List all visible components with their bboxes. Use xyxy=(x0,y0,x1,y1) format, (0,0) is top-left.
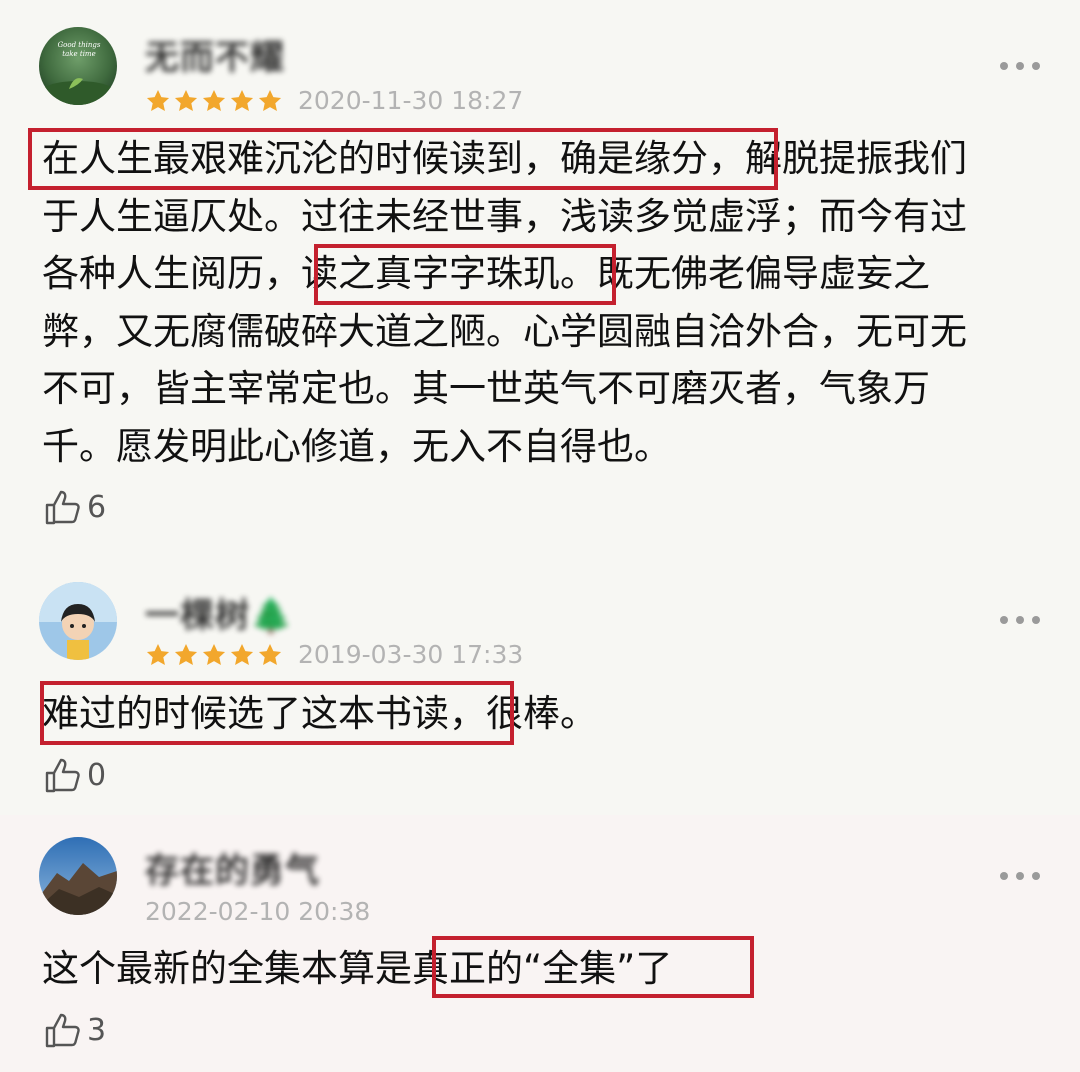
comment-date: 2019-03-30 17:33 xyxy=(298,640,524,669)
comment-date: 2020-11-30 18:27 xyxy=(298,86,524,115)
star-rating xyxy=(145,642,283,668)
comment-line: 于人生逼仄处。过往未经世事，浅读多觉虚浮；而今有过 xyxy=(42,194,967,238)
comment-line: 千。愿发明此心修道，无入不自得也。 xyxy=(42,424,671,468)
like-button[interactable]: 3 xyxy=(43,1010,106,1050)
star-rating xyxy=(145,88,283,114)
comment-line: 弊，又无腐儒破碎大道之陋。心学圆融自洽外合，无可无 xyxy=(42,309,967,353)
like-count: 0 xyxy=(87,757,107,793)
comment-date: 2022-02-10 20:38 xyxy=(145,897,371,926)
username[interactable]: 一棵树🌲 xyxy=(145,588,293,637)
star-icon xyxy=(174,89,198,111)
star-icon xyxy=(258,89,282,111)
highlight-box xyxy=(432,936,754,998)
star-icon xyxy=(230,643,254,665)
star-icon xyxy=(258,643,282,665)
highlight-box xyxy=(40,681,514,745)
star-icon xyxy=(202,89,226,111)
thumbs-up-icon xyxy=(45,758,80,793)
thumbs-up-icon xyxy=(45,1013,80,1048)
like-button[interactable]: 6 xyxy=(43,487,106,527)
comment-line: 不可，皆主宰常定也。其一世英气不可磨灭者，气象万 xyxy=(42,367,930,410)
thumbs-up-icon xyxy=(45,490,80,525)
more-dots-icon[interactable] xyxy=(1000,614,1040,626)
highlight-box xyxy=(28,128,778,190)
like-count: 3 xyxy=(87,1012,107,1048)
star-icon xyxy=(146,643,170,665)
highlight-box xyxy=(314,244,616,305)
like-count: 6 xyxy=(87,489,107,525)
comment-item: 一棵树🌲 2019-03-30 17:33 难过的时候选了这本书读，很棒。 0 xyxy=(0,560,1080,815)
avatar-caption: Good things take time xyxy=(57,41,101,58)
avatar[interactable]: Good things take time xyxy=(39,27,117,105)
star-icon xyxy=(174,643,198,665)
comment-item: Good things take time 无而不耀 2020-11-30 18… xyxy=(0,0,1080,560)
star-icon xyxy=(146,89,170,111)
star-icon xyxy=(202,643,226,665)
like-button[interactable]: 0 xyxy=(43,755,106,795)
comment-item: 存在的勇气 2022-02-10 20:38 这个最新的全集本算是真正的“全集”… xyxy=(0,815,1080,1072)
star-icon xyxy=(230,89,254,111)
more-dots-icon[interactable] xyxy=(1000,870,1040,882)
username[interactable]: 存在的勇气 xyxy=(145,843,320,892)
username[interactable]: 无而不耀 xyxy=(145,30,285,79)
avatar[interactable] xyxy=(39,582,117,660)
avatar[interactable] xyxy=(39,837,117,915)
more-dots-icon[interactable] xyxy=(1000,60,1040,72)
